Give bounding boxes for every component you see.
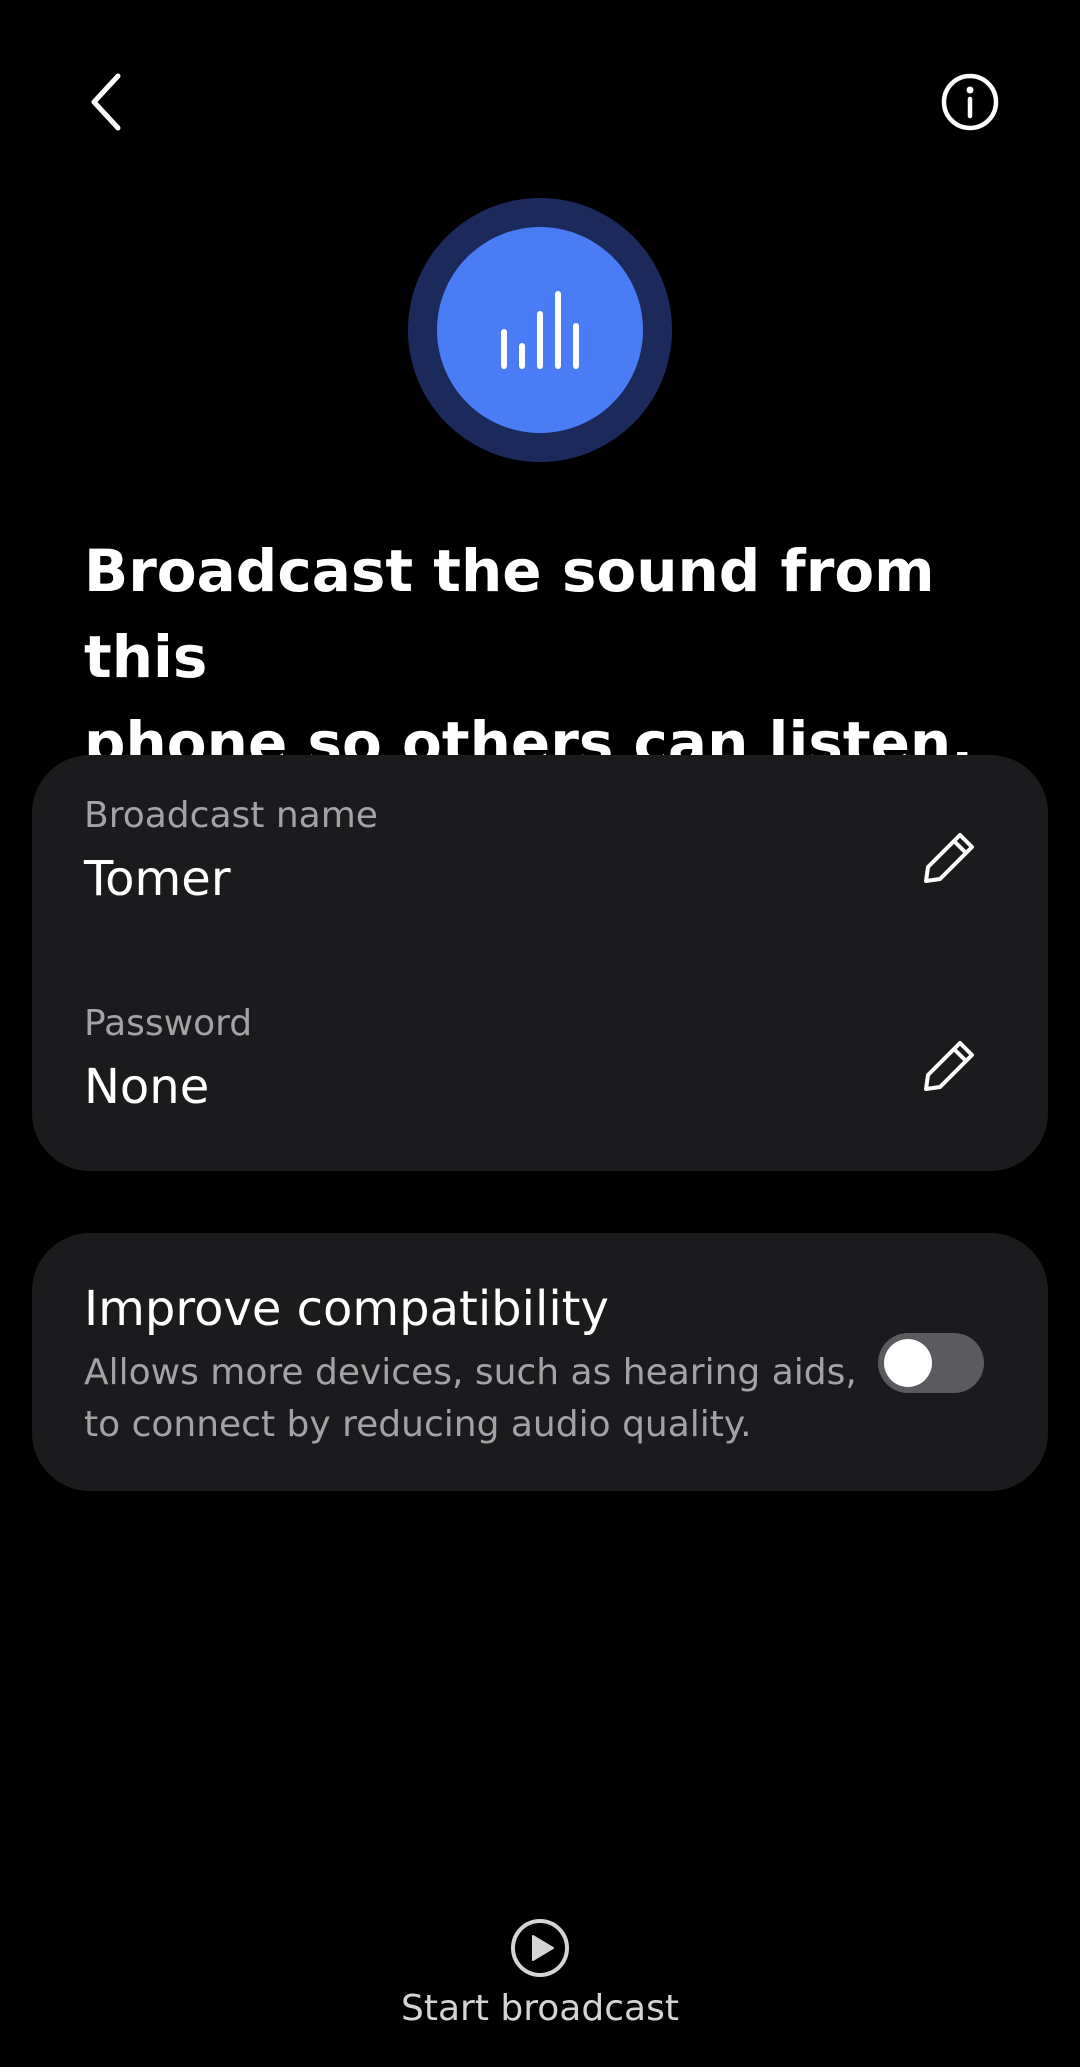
password-label: Password (84, 1003, 253, 1044)
pencil-icon (924, 833, 974, 883)
audio-bars-icon (501, 291, 579, 369)
broadcast-settings-card: Broadcast name Tomer Password None (32, 755, 1048, 1171)
toggle-knob (884, 1339, 932, 1387)
edit-broadcast-name-button[interactable] (910, 817, 990, 897)
start-broadcast-button[interactable]: Start broadcast (340, 1906, 740, 2046)
improve-compatibility-toggle[interactable] (878, 1333, 984, 1393)
improve-compatibility-description: Allows more devices, such as hearing aid… (84, 1352, 857, 1445)
password-value: None (84, 1059, 210, 1115)
broadcast-name-value: Tomer (84, 851, 231, 907)
headline-line-1: Broadcast the sound from this (84, 537, 935, 691)
broadcast-name-label: Broadcast name (84, 795, 378, 836)
top-app-bar (0, 0, 1080, 200)
password-row[interactable]: Password None (32, 1003, 1048, 1143)
play-circle-icon (511, 1919, 569, 1977)
edit-password-button[interactable] (910, 1025, 990, 1105)
back-button[interactable] (70, 62, 142, 142)
info-icon (941, 73, 999, 131)
start-broadcast-label: Start broadcast (401, 1988, 679, 2029)
page-headline: Broadcast the sound from this phone so o… (84, 528, 1004, 786)
pencil-icon (924, 1041, 974, 1091)
broadcast-name-row[interactable]: Broadcast name Tomer (32, 795, 1048, 935)
broadcast-hero-badge (408, 198, 672, 462)
improve-compatibility-title: Improve compatibility (84, 1281, 609, 1337)
info-button[interactable] (930, 62, 1010, 142)
chevron-left-icon (91, 73, 121, 131)
improve-compatibility-card[interactable]: Improve compatibility Allows more device… (32, 1233, 1048, 1491)
broadcast-hero-circle (437, 227, 643, 433)
